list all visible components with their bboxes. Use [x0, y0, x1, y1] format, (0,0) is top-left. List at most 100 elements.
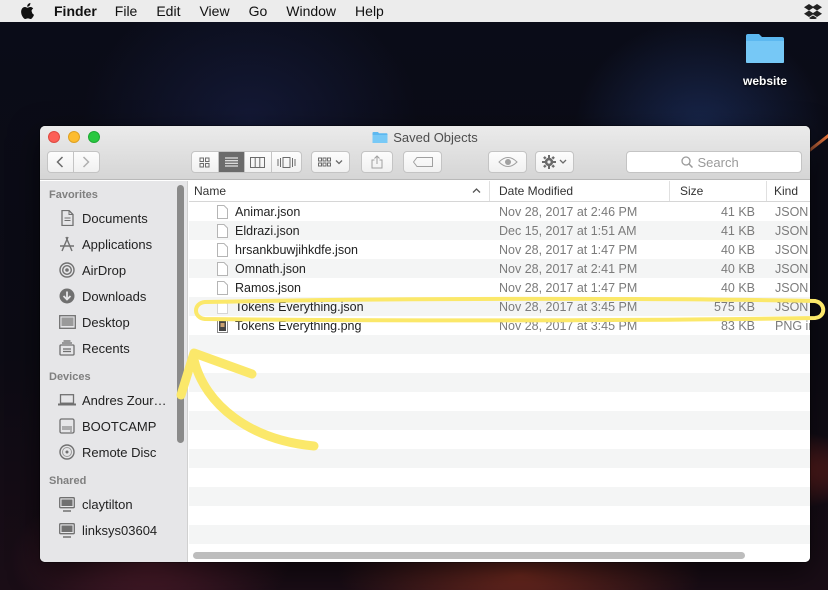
action-menu-button[interactable]	[535, 151, 574, 173]
gear-icon	[541, 155, 566, 169]
list-icon	[224, 157, 238, 167]
menu-go[interactable]: Go	[249, 3, 268, 19]
window-title: Saved Objects	[40, 130, 810, 145]
sidebar-item-remote-disc[interactable]: Remote Disc	[40, 439, 187, 465]
recents-icon	[58, 340, 76, 356]
file-size: 41 KB	[720, 204, 755, 219]
document-icon	[217, 204, 228, 219]
search-input[interactable]	[697, 154, 748, 170]
file-date: Nov 28, 2017 at 1:47 PM	[499, 280, 638, 295]
sidebar-item-downloads[interactable]: Downloads	[40, 283, 187, 309]
network-computer-icon	[58, 522, 76, 538]
menu-view[interactable]: View	[199, 3, 229, 19]
applications-icon	[58, 236, 76, 252]
column-date-modified[interactable]: Date Modified	[490, 181, 670, 201]
table-row[interactable]: Ramos.json Nov 28, 2017 at 1:47 PM 40 KB…	[189, 278, 810, 297]
horizontal-scrollbar[interactable]	[193, 552, 745, 559]
file-kind: PNG image	[775, 318, 810, 333]
file-size: 83 KB	[720, 318, 755, 333]
empty-row	[189, 373, 810, 392]
file-size: 41 KB	[720, 223, 755, 238]
chevron-left-icon	[56, 156, 64, 168]
window-title-text: Saved Objects	[393, 130, 478, 145]
tags-button[interactable]	[403, 151, 442, 173]
sidebar-section-favorites: Favorites	[49, 189, 98, 201]
empty-row	[189, 335, 810, 354]
table-row[interactable]: Tokens Everything.png Nov 28, 2017 at 3:…	[189, 316, 810, 335]
sidebar-item-label: linksys03604	[82, 522, 158, 538]
empty-row	[189, 487, 810, 506]
folder-icon	[745, 32, 785, 64]
file-size: 575 KB	[713, 299, 755, 314]
column-name-label: Name	[194, 184, 227, 198]
file-date: Nov 28, 2017 at 3:45 PM	[499, 318, 638, 333]
menu-help[interactable]: Help	[355, 3, 384, 19]
search-icon	[680, 156, 693, 168]
dropbox-icon[interactable]	[804, 3, 822, 22]
table-row[interactable]: Animar.json Nov 28, 2017 at 2:46 PM 41 K…	[189, 202, 810, 221]
menu-edit[interactable]: Edit	[156, 3, 180, 19]
menu-window[interactable]: Window	[286, 3, 336, 19]
desktop-folder-website[interactable]: website	[738, 32, 792, 88]
sort-ascending-icon	[472, 188, 481, 193]
back-button[interactable]	[48, 152, 74, 172]
columns-icon	[250, 156, 266, 168]
column-headers: Name Date Modified Size Kind	[189, 181, 810, 202]
sidebar-item-bootcamp[interactable]: BOOTCAMP	[40, 413, 187, 439]
file-name: Animar.json	[235, 204, 301, 219]
sidebar-item-label: BOOTCAMP	[82, 418, 157, 434]
table-row[interactable]: Eldrazi.json Dec 15, 2017 at 1:51 AM 41 …	[189, 221, 810, 240]
file-name: Tokens Everything.json	[235, 299, 364, 314]
cover-flow-icon	[277, 156, 296, 168]
icon-view-button[interactable]	[192, 152, 219, 172]
column-kind-label: Kind	[774, 184, 799, 198]
sidebar-item-documents[interactable]: Documents	[40, 205, 187, 231]
file-name: Omnath.json	[235, 261, 306, 276]
finder-window: Saved Objects Search Favorites Documents…	[40, 126, 810, 562]
forward-button[interactable]	[74, 152, 99, 172]
file-size: 40 KB	[720, 280, 755, 295]
sidebar-item-laptop[interactable]: Andres Zour…	[40, 387, 187, 413]
menu-app-name[interactable]: Finder	[54, 3, 97, 19]
disc-icon	[58, 444, 76, 460]
icon-grid-icon	[199, 157, 210, 167]
table-row[interactable]: hrsankbuwjihkdfe.json Nov 28, 2017 at 1:…	[189, 240, 810, 259]
file-size: 40 KB	[720, 261, 755, 276]
search-field[interactable]	[626, 151, 802, 173]
sidebar-item-label: AirDrop	[82, 262, 127, 278]
airdrop-icon	[58, 262, 76, 278]
column-kind[interactable]: Kind	[767, 181, 810, 201]
sidebar-item-airdrop[interactable]: AirDrop	[40, 257, 187, 283]
sidebar-scrollbar[interactable]	[177, 185, 184, 443]
empty-row	[189, 430, 810, 449]
file-kind: JSON	[775, 242, 809, 257]
file-date: Nov 28, 2017 at 3:45 PM	[499, 299, 638, 314]
sidebar-item-linksys03604[interactable]: linksys03604	[40, 517, 187, 543]
share-button[interactable]	[361, 151, 393, 173]
list-view-button[interactable]	[218, 152, 246, 172]
column-view-button[interactable]	[245, 152, 272, 172]
apple-icon[interactable]	[20, 3, 40, 19]
quick-look-button[interactable]	[488, 151, 527, 173]
group-by-button[interactable]	[311, 151, 350, 173]
file-kind: JSON	[775, 299, 809, 314]
file-name: Ramos.json	[235, 280, 301, 295]
table-row[interactable]: Omnath.json Nov 28, 2017 at 2:41 PM 40 K…	[189, 259, 810, 278]
sidebar-item-applications[interactable]: Applications	[40, 231, 187, 257]
sidebar-item-label: Remote Disc	[82, 444, 157, 460]
column-name[interactable]: Name	[189, 181, 490, 201]
file-kind: JSON	[775, 280, 809, 295]
menu-file[interactable]: File	[115, 3, 138, 19]
sidebar-item-claytilton[interactable]: claytilton	[40, 491, 187, 517]
gallery-view-button[interactable]	[272, 152, 301, 172]
column-size[interactable]: Size	[670, 181, 767, 201]
file-date: Dec 15, 2017 at 1:51 AM	[499, 223, 637, 238]
sidebar-item-recents[interactable]: Recents	[40, 335, 187, 361]
file-name: hrsankbuwjihkdfe.json	[235, 242, 358, 257]
downloads-icon	[58, 288, 76, 304]
sidebar-item-label: claytilton	[82, 496, 133, 512]
sidebar-item-desktop[interactable]: Desktop	[40, 309, 187, 335]
file-size: 40 KB	[720, 242, 755, 257]
table-row[interactable]: Tokens Everything.json Nov 28, 2017 at 3…	[189, 297, 810, 316]
sidebar-section-devices: Devices	[49, 371, 91, 383]
